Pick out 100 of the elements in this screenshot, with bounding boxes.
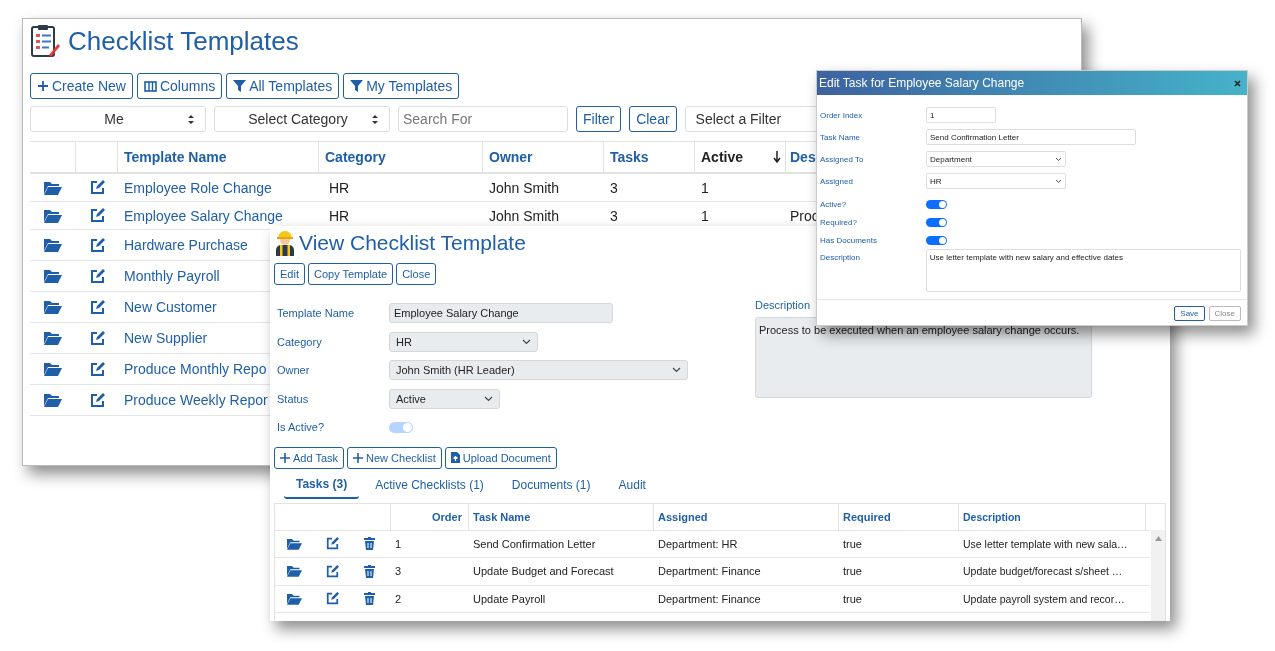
input-field[interactable]: 1 xyxy=(926,107,996,123)
template-name-link[interactable]: New Customer xyxy=(124,299,217,315)
template-name-link[interactable]: Monthly Payroll xyxy=(124,268,220,284)
column-header[interactable]: Category xyxy=(325,149,386,165)
dropdown-field[interactable]: John Smith (HR Leader) xyxy=(389,360,688,381)
toolbar-button[interactable]: My Templates xyxy=(343,73,460,99)
field-label: Required? xyxy=(820,217,858,227)
column-header[interactable]: Active xyxy=(701,149,744,165)
edit-icon[interactable] xyxy=(89,299,105,315)
filter-button[interactable]: Filter xyxy=(576,106,622,132)
column-header[interactable]: Des xyxy=(790,149,816,165)
tab[interactable]: Audit xyxy=(606,472,658,500)
column-header[interactable]: Tasks xyxy=(610,149,649,165)
chevron-down-icon xyxy=(522,338,531,345)
toolbar-button[interactable]: Columns xyxy=(136,73,223,99)
column-header[interactable]: Assigned xyxy=(658,510,708,523)
action-button[interactable]: Edit xyxy=(274,263,305,285)
template-name-link[interactable]: Produce Monthly Repo xyxy=(124,361,267,377)
folder-icon[interactable] xyxy=(287,565,303,578)
dialog-button[interactable]: Close xyxy=(1208,306,1241,321)
template-name-link[interactable]: Employee Salary Change xyxy=(124,207,283,224)
dropdown-field[interactable]: HR xyxy=(926,173,1066,189)
table-cell: true xyxy=(843,565,862,578)
file-upload-icon xyxy=(450,452,460,463)
toggle-switch[interactable] xyxy=(926,235,947,245)
filter-button[interactable]: Clear xyxy=(629,106,677,132)
toggle-switch[interactable] xyxy=(926,217,947,227)
sort-arrow-icon[interactable] xyxy=(773,151,781,163)
edit-icon[interactable] xyxy=(326,592,340,606)
column-header[interactable]: Template Name xyxy=(124,149,227,165)
table-cell: 3 xyxy=(395,565,402,578)
edit-icon[interactable] xyxy=(89,392,105,408)
table-cell: Update budget/forecast s/sheet … xyxy=(963,565,1123,578)
input-field[interactable]: Send Confirmation Letter xyxy=(926,129,1136,145)
edit-icon[interactable] xyxy=(326,537,340,551)
dropdown-field[interactable]: HR xyxy=(389,331,538,352)
template-name-link[interactable]: New Supplier xyxy=(124,330,208,346)
plus-icon xyxy=(280,452,290,463)
toggle-switch[interactable] xyxy=(926,199,947,209)
dialog-button[interactable]: Save xyxy=(1174,306,1205,321)
dialog-title: Edit Task for Employee Salary Change xyxy=(819,76,1025,90)
edit-icon[interactable] xyxy=(89,268,105,284)
folder-icon[interactable] xyxy=(44,331,62,345)
description-field[interactable]: Use letter template with new salary and effective dates xyxy=(925,249,1241,292)
trash-icon[interactable] xyxy=(363,564,375,578)
column-header[interactable]: Order xyxy=(432,510,462,523)
folder-icon[interactable] xyxy=(44,269,62,283)
column-header[interactable]: Owner xyxy=(489,149,533,165)
folder-icon[interactable] xyxy=(44,238,62,252)
template-name-link[interactable]: Produce Weekly Repor xyxy=(124,392,268,408)
chevron-down-icon xyxy=(672,367,681,374)
column-header[interactable]: Description xyxy=(963,510,1021,523)
toolbar-button[interactable]: Create New xyxy=(30,73,133,99)
plus-icon xyxy=(37,80,49,92)
template-name-link[interactable]: Employee Role Change xyxy=(124,179,272,196)
edit-icon[interactable] xyxy=(89,330,105,346)
folder-icon[interactable] xyxy=(44,362,62,376)
column-header[interactable]: Required xyxy=(843,510,891,523)
table-cell: Update payroll system and recor… xyxy=(963,592,1125,605)
columns-icon xyxy=(143,80,157,92)
owner-select[interactable]: Me xyxy=(30,106,206,132)
action-button[interactable]: Add Task xyxy=(274,446,345,469)
edit-icon[interactable] xyxy=(89,208,105,223)
close-icon[interactable] xyxy=(1234,79,1241,87)
template-name-link[interactable]: Hardware Purchase xyxy=(124,237,248,253)
folder-icon[interactable] xyxy=(44,208,62,223)
edit-icon[interactable] xyxy=(89,361,105,377)
description-field[interactable]: Process to be executed when an employee salary change occurs. xyxy=(755,317,1092,398)
action-button[interactable]: New Checklist xyxy=(347,446,442,469)
trash-icon[interactable] xyxy=(363,592,375,606)
tab[interactable]: Documents (1) xyxy=(499,472,603,500)
action-button[interactable]: Close xyxy=(396,263,437,285)
field-label: Template Name xyxy=(276,307,356,320)
filter-icon xyxy=(350,80,364,92)
action-button[interactable]: Upload Document xyxy=(444,446,557,469)
scrollbar[interactable] xyxy=(1151,529,1165,621)
table-cell: 3 xyxy=(610,207,618,224)
tab[interactable]: Tasks (3) xyxy=(284,472,360,499)
dropdown-field[interactable]: Department xyxy=(926,151,1066,167)
folder-icon[interactable] xyxy=(287,537,303,550)
column-header[interactable]: Task Name xyxy=(473,510,531,523)
toolbar-button[interactable]: All Templates xyxy=(226,73,340,99)
field-label: Status xyxy=(276,392,310,405)
dropdown-field[interactable]: Active xyxy=(389,388,500,409)
folder-icon[interactable] xyxy=(44,180,62,195)
folder-icon[interactable] xyxy=(287,592,303,605)
edit-icon[interactable] xyxy=(326,564,340,578)
folder-icon[interactable] xyxy=(44,393,62,407)
folder-icon[interactable] xyxy=(44,300,62,314)
window-title: View Checklist Template xyxy=(299,231,526,255)
tab[interactable]: Active Checklists (1) xyxy=(363,472,496,500)
trash-icon[interactable] xyxy=(363,537,375,551)
template-name-field[interactable]: Employee Salary Change xyxy=(389,303,613,324)
edit-icon[interactable] xyxy=(89,237,105,253)
action-button[interactable]: Copy Template xyxy=(307,263,394,285)
table-cell: 2 xyxy=(395,592,402,605)
edit-icon[interactable] xyxy=(89,180,105,195)
table-cell: true xyxy=(843,537,862,550)
category-select[interactable]: Select Category xyxy=(214,106,390,132)
search-field[interactable]: Search For xyxy=(398,106,568,132)
